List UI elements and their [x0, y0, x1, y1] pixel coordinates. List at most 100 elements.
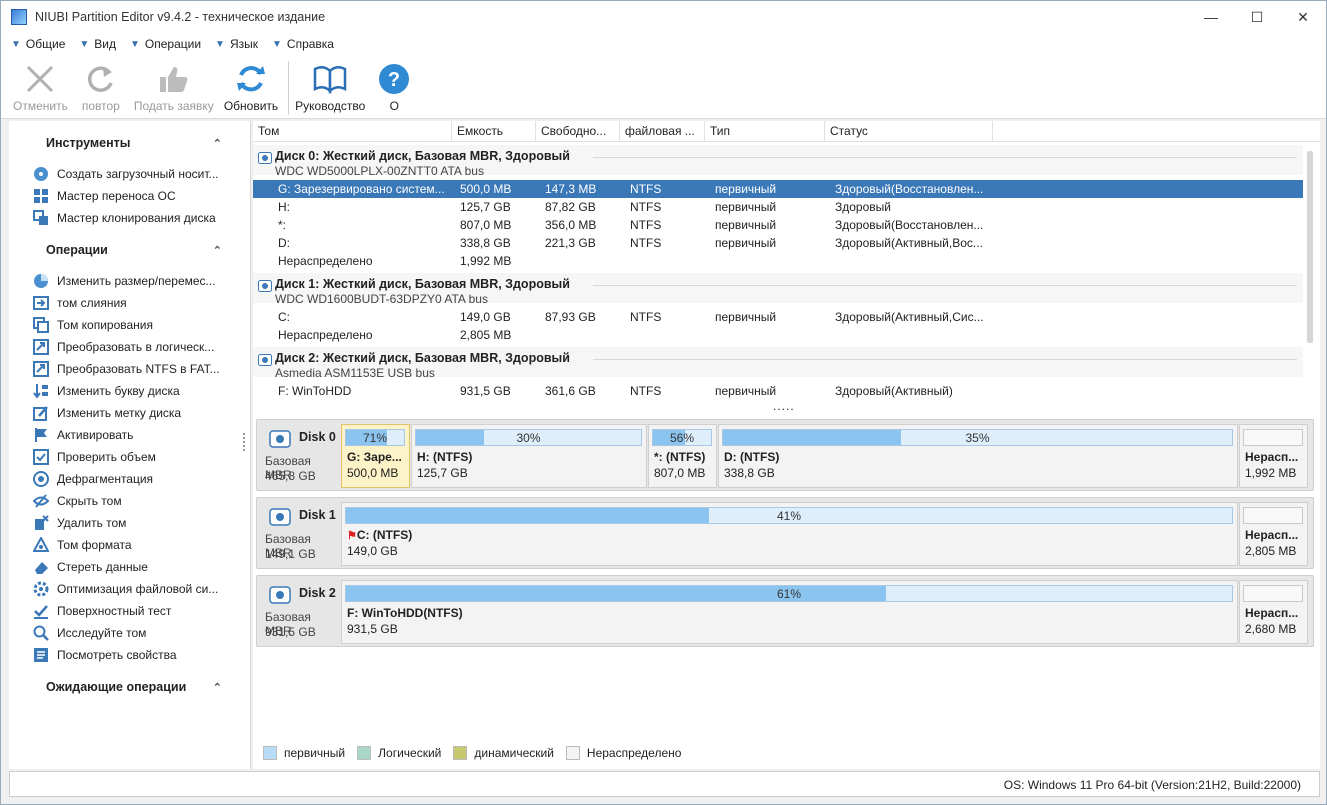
partition-block[interactable]: 30% H: (NTFS) 125,7 GB: [411, 424, 647, 488]
toolbar-separator: [288, 61, 290, 115]
col-status[interactable]: Статус: [825, 121, 993, 142]
col-type[interactable]: Тип: [705, 121, 825, 142]
collapse-icon[interactable]: ⌃: [213, 244, 222, 257]
maximize-button[interactable]: ☐: [1234, 1, 1280, 33]
explore-volume[interactable]: Исследуйте том: [33, 622, 233, 644]
format-icon: [33, 537, 49, 553]
convert-to-logical[interactable]: Преобразовать в логическ...: [33, 336, 233, 358]
operations-section-header[interactable]: Операции ⌃: [9, 239, 250, 261]
status-bar: OS: Windows 11 Pro 64-bit (Version:21H2,…: [9, 771, 1320, 797]
table-row[interactable]: Нераспределено 1,992 MB: [253, 252, 1303, 270]
hide-volume[interactable]: Скрыть том: [33, 490, 233, 512]
disk-map-disk-1[interactable]: Disk 1 Базовая MBR 149,1 GB 41% ⚑C: (NTF…: [256, 497, 1314, 569]
partition-block[interactable]: 56% *: (NTFS) 807,0 MB: [648, 424, 717, 488]
apply-button[interactable]: Подать заявку: [134, 55, 214, 117]
pending-section-header[interactable]: Ожидающие операции ⌃: [9, 676, 250, 698]
change-drive-letter[interactable]: Изменить букву диска: [33, 380, 233, 402]
table-row[interactable]: *: 807,0 MB 356,0 MB NTFS первичный Здоровый(…: [253, 216, 1303, 234]
unallocated-block[interactable]: Нерасп... 1,992 MB: [1239, 424, 1308, 488]
chevron-down-icon: ▼: [272, 38, 282, 50]
table-row[interactable]: H: 125,7 GB 87,82 GB NTFS первичный Здоровый: [253, 198, 1303, 216]
delete-volume[interactable]: Удалить том: [33, 512, 233, 534]
menu-operations[interactable]: ▼ Операции: [130, 37, 201, 51]
title-bar: NIUBI Partition Editor v9.4.2 - техничес…: [1, 1, 1326, 33]
table-row[interactable]: G: Зарезервировано систем... 500,0 MB 147,…: [253, 180, 1303, 198]
windows-icon: [33, 188, 49, 204]
disk-clone-wizard[interactable]: Мастер клонирования диска: [33, 207, 233, 229]
disk-header[interactable]: Диск 2: Жесткий диск, Базовая MBR, Здоро…: [253, 347, 1303, 380]
unallocated-block[interactable]: Нерасп... 2,805 MB: [1239, 502, 1308, 566]
tools-section-header[interactable]: Инструменты ⌃: [9, 132, 250, 154]
partition-block[interactable]: 61% F: WinToHDD(NTFS) 931,5 GB: [341, 580, 1238, 644]
set-active[interactable]: Активировать: [33, 424, 233, 446]
collapse-icon[interactable]: ⌃: [213, 137, 222, 150]
merge-volume[interactable]: том слияния: [33, 292, 233, 314]
col-capacity[interactable]: Емкость: [452, 121, 536, 142]
disk-map-disk-2[interactable]: Disk 2 Базовая MBR 931,5 GB 61% F: WinTo…: [256, 575, 1314, 647]
close-window-button[interactable]: ✕: [1280, 1, 1326, 33]
convert-ntfs-to-fat[interactable]: Преобразовать NTFS в FAT...: [33, 358, 233, 380]
resize-move-volume[interactable]: Изменить размер/перемес...: [33, 270, 233, 292]
create-bootable-media[interactable]: Создать загрузочный носит...: [33, 163, 233, 185]
copy-volume[interactable]: Том копирования: [33, 314, 233, 336]
active-flag-icon: ⚑: [347, 530, 357, 542]
unallocated-block[interactable]: Нерасп... 2,680 MB: [1239, 580, 1308, 644]
menu-language[interactable]: ▼ Язык: [215, 37, 258, 51]
format-volume[interactable]: Том формата: [33, 534, 233, 556]
legend-item-unallocated: Нераспределено: [565, 746, 681, 760]
defragment[interactable]: Дефрагментация: [33, 468, 233, 490]
app-window: NIUBI Partition Editor v9.4.2 - техничес…: [0, 0, 1327, 805]
color-swatch: [565, 746, 580, 760]
table-header: Том Емкость Свободно... файловая ... Тип…: [253, 121, 1320, 142]
about-button[interactable]: ? О: [377, 55, 411, 117]
disk-map-disk-0[interactable]: Disk 0 Базовая MBR 465,8 GB 71% G: Заре.…: [256, 419, 1314, 491]
usage-bar: 56%: [652, 429, 712, 446]
optimize-filesystem[interactable]: Оптимизация файловой си...: [33, 578, 233, 600]
table-row[interactable]: Нераспределено 2,805 MB: [253, 326, 1303, 344]
hard-disk-icon: [269, 430, 291, 448]
check-volume[interactable]: Проверить объем: [33, 446, 233, 468]
convert-fs-icon: [33, 361, 49, 377]
wipe-data[interactable]: Стереть данные: [33, 556, 233, 578]
chevron-down-icon: ▼: [79, 38, 90, 50]
redo-button[interactable]: повтор: [82, 55, 120, 117]
os-migration-wizard[interactable]: Мастер переноса ОС: [33, 185, 233, 207]
undo-button[interactable]: Отменить: [13, 55, 68, 117]
usage-bar: 41%: [345, 507, 1233, 524]
color-swatch: [263, 746, 277, 760]
splitter-handle[interactable]: [243, 433, 246, 451]
disk-header[interactable]: Диск 0: Жесткий диск, Базовая MBR, Здоро…: [253, 145, 1303, 178]
col-free[interactable]: Свободно...: [536, 121, 620, 142]
partition-block[interactable]: 41% ⚑C: (NTFS) 149,0 GB: [341, 502, 1238, 566]
menu-general[interactable]: ▼ Общие: [11, 37, 65, 51]
partition-block[interactable]: 71% G: Заре... 500,0 MB: [341, 424, 410, 488]
table-row[interactable]: F: WinToHDD 931,5 GB 361,6 GB NTFS первичный…: [253, 382, 1303, 400]
help-icon: ?: [377, 61, 411, 97]
app-icon: [11, 9, 27, 25]
merge-icon: [33, 295, 49, 311]
collapse-icon[interactable]: ⌃: [213, 681, 222, 694]
menu-help[interactable]: ▼ Справка: [272, 37, 334, 51]
toolbar: Отменить повтор Подать заявку Обновить Р…: [1, 55, 1326, 119]
menu-view[interactable]: ▼ Вид: [79, 37, 116, 51]
partition-block[interactable]: 35% D: (NTFS) 338,8 GB: [718, 424, 1238, 488]
clone-icon: [33, 210, 49, 226]
divider: [593, 359, 1297, 360]
col-filesystem[interactable]: файловая ...: [620, 121, 705, 142]
table-scrollbar[interactable]: [1307, 151, 1313, 343]
table-row[interactable]: D: 338,8 GB 221,3 GB NTFS первичный Здоровый(…: [253, 234, 1303, 252]
view-properties[interactable]: Посмотреть свойства: [33, 644, 233, 666]
minimize-button[interactable]: —: [1188, 1, 1234, 33]
color-swatch: [357, 746, 372, 760]
divider: [593, 285, 1297, 286]
surface-test[interactable]: Поверхностный тест: [33, 600, 233, 622]
disk-header[interactable]: Диск 1: Жесткий диск, Базовая MBR, Здоро…: [253, 273, 1303, 306]
col-volume[interactable]: Том: [253, 121, 452, 142]
table-row[interactable]: C: 149,0 GB 87,93 GB NTFS первичный Здоровый(…: [253, 308, 1303, 326]
change-volume-label[interactable]: Изменить метку диска: [33, 402, 233, 424]
chevron-down-icon: ▼: [130, 38, 140, 50]
manual-button[interactable]: Руководство: [295, 55, 365, 117]
usage-bar: 35%: [722, 429, 1233, 446]
usage-bar: [1243, 507, 1303, 524]
refresh-button[interactable]: Обновить: [224, 55, 278, 117]
